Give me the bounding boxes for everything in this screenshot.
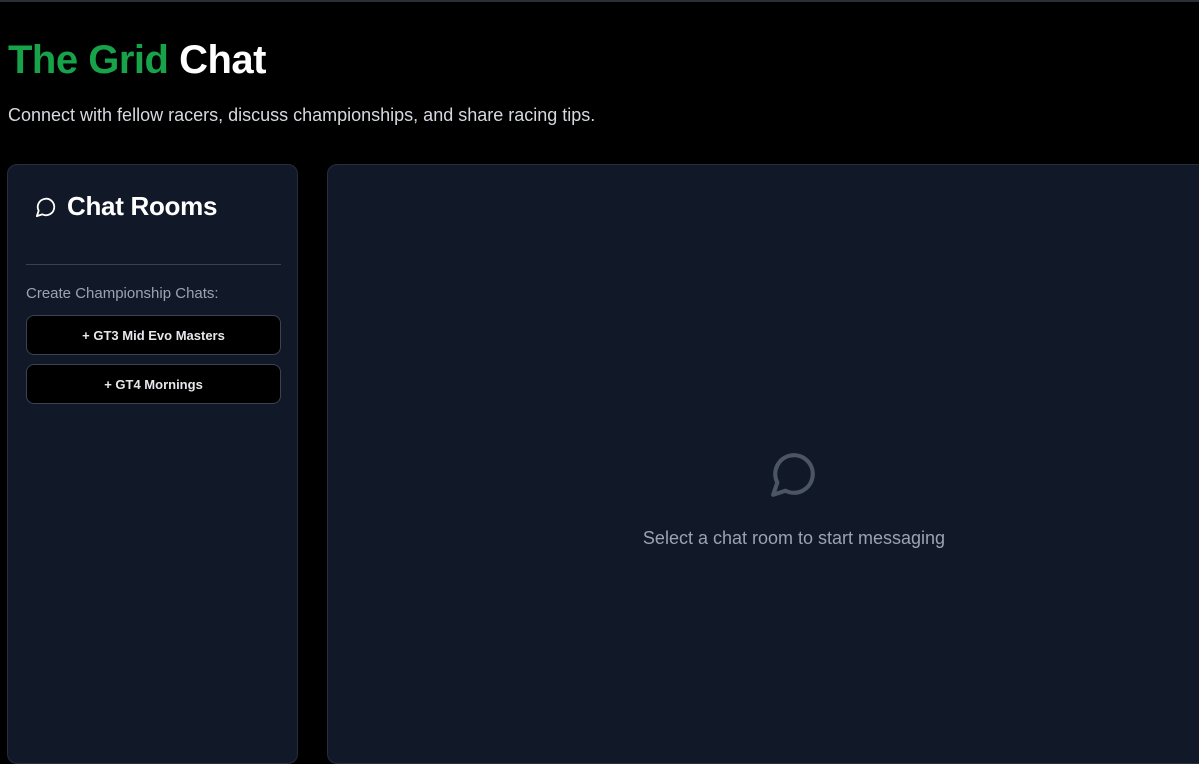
top-border — [0, 0, 1199, 2]
sidebar-header: Chat Rooms — [35, 191, 217, 222]
chat-rooms-sidebar: Chat Rooms Create Championship Chats: + … — [7, 164, 298, 764]
page-subtitle: Connect with fellow racers, discuss cham… — [8, 105, 596, 125]
empty-state-message: Select a chat room to start messaging — [642, 528, 946, 548]
page-title: The Grid Chat — [8, 36, 266, 84]
create-gt3-mid-evo-masters-button[interactable]: + GT3 Mid Evo Masters — [26, 315, 281, 355]
page-header: The Grid Chat — [8, 36, 266, 84]
sidebar-title: Chat Rooms — [67, 191, 218, 221]
sidebar-divider — [26, 264, 281, 265]
create-championship-label: Create Championship Chats: — [26, 285, 219, 302]
page-title-main: Chat — [179, 38, 266, 82]
empty-state: Select a chat room to start messaging — [328, 449, 1199, 549]
chat-bubble-icon — [35, 196, 57, 218]
chat-bubble-icon — [769, 449, 819, 499]
create-gt4-mornings-button[interactable]: + GT4 Mornings — [26, 364, 281, 404]
chat-main-panel: Select a chat room to start messaging — [327, 164, 1199, 764]
page-title-accent: The Grid — [8, 38, 169, 82]
